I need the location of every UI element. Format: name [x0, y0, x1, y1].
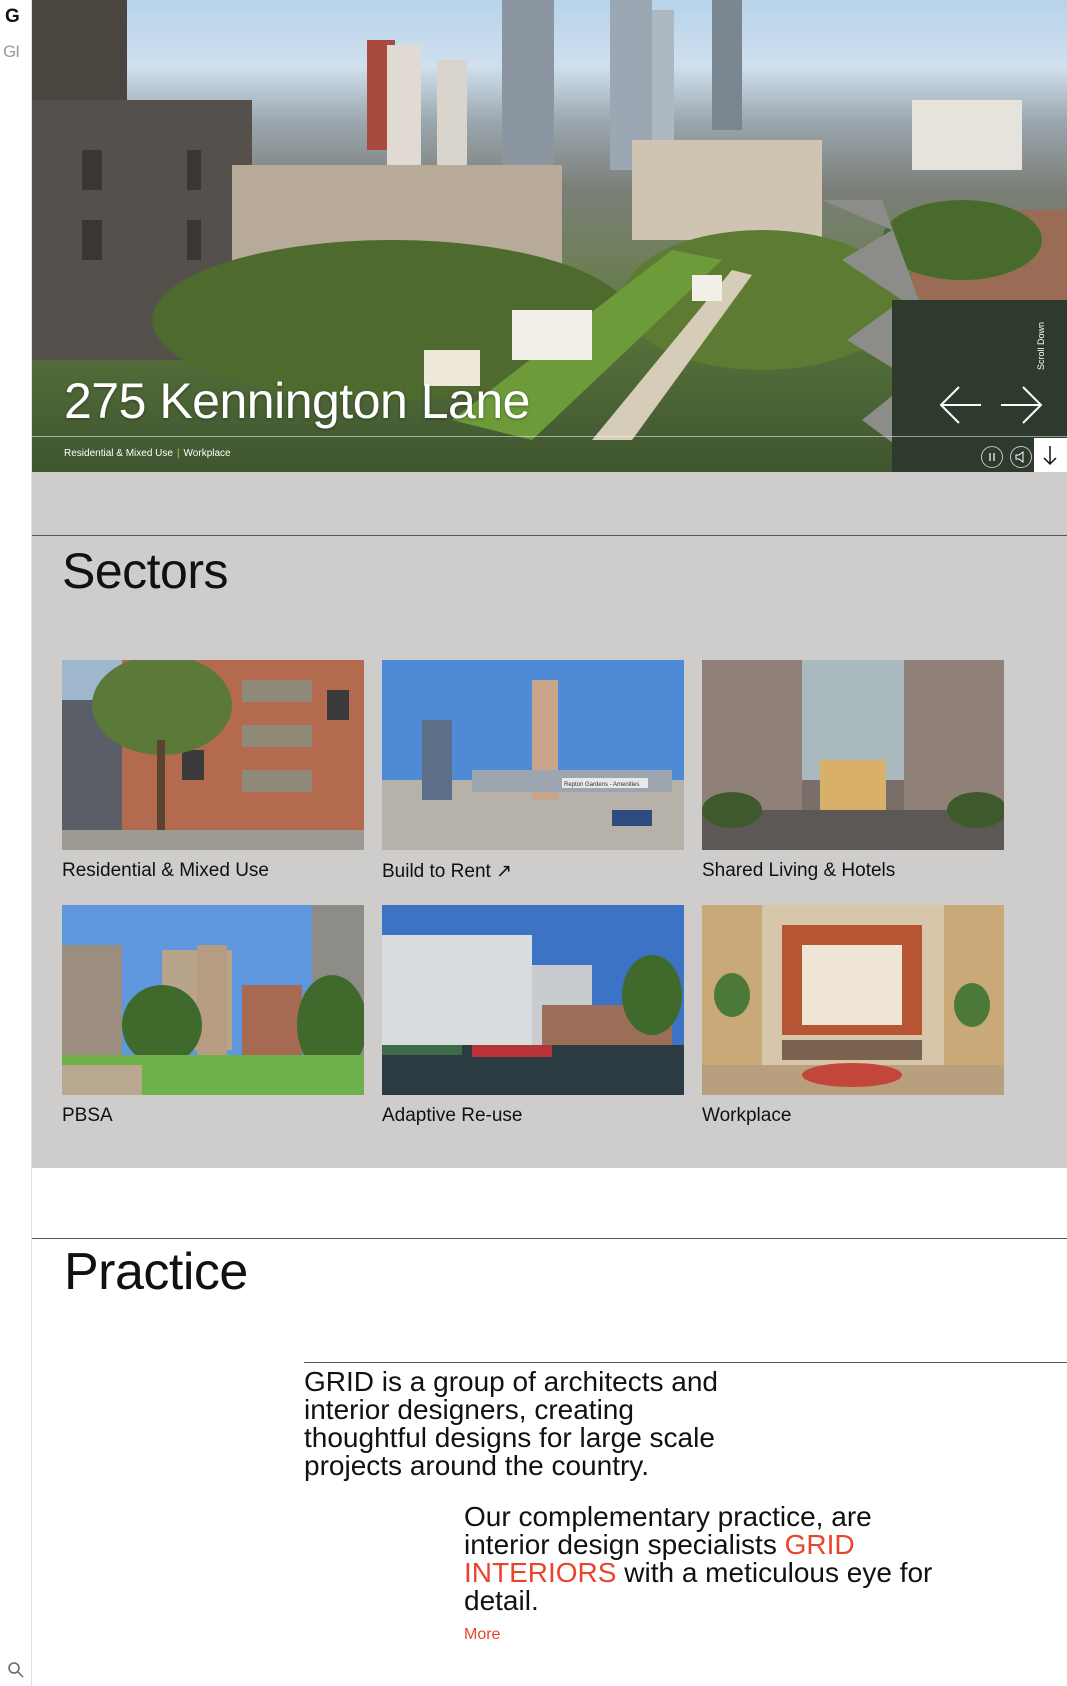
hero-divider: [32, 436, 1067, 437]
sector-image: [62, 660, 364, 850]
sector-card-residential[interactable]: Residential & Mixed Use: [62, 660, 364, 882]
practice-divider: [32, 1238, 1067, 1239]
sectors-heading: Sectors: [62, 543, 229, 599]
sector-label: Build to Rent ↗: [382, 861, 512, 882]
sector-label: Adaptive Re-use: [382, 1105, 523, 1126]
scroll-down-label: Scroll Down: [1036, 321, 1046, 370]
sector-image: [62, 905, 364, 1095]
arrow-right-icon[interactable]: [997, 380, 1045, 430]
sector-image: [702, 660, 1004, 850]
sector-image: [702, 905, 1004, 1095]
sector-label: Workplace: [702, 1105, 792, 1126]
sector-card-pbsa[interactable]: PBSA: [62, 905, 364, 1127]
left-rail: G GI: [0, 0, 32, 1686]
sector-label: PBSA: [62, 1105, 113, 1126]
logo-secondary-icon[interactable]: GI: [3, 42, 20, 62]
sector-label: Shared Living & Hotels: [702, 860, 896, 881]
sectors-divider: [32, 535, 1067, 536]
search-icon[interactable]: [6, 1660, 26, 1680]
sector-card-shared-living[interactable]: Shared Living & Hotels: [702, 660, 1004, 882]
more-link[interactable]: More: [464, 1626, 500, 1644]
hero-tags: Residential & Mixed Use | Workplace: [64, 448, 231, 459]
pause-icon[interactable]: [981, 446, 1003, 468]
practice-intro: GRID is a group of architects and interi…: [304, 1366, 718, 1481]
sector-card-workplace[interactable]: Workplace: [702, 905, 1004, 1127]
sign-text: Repton Gardens - Amenities: [564, 782, 639, 788]
hero-tag-workplace[interactable]: Workplace: [184, 448, 231, 459]
practice-heading: Practice: [64, 1243, 248, 1301]
arrow-left-icon[interactable]: [937, 380, 985, 430]
sector-image: [382, 905, 684, 1095]
hero-slideshow: 275 Kennington Lane Residential & Mixed …: [32, 0, 1067, 472]
sectors-section: Sectors Residential & Mixed Use Repton G…: [32, 472, 1067, 1168]
sector-label: Residential & Mixed Use: [62, 860, 269, 881]
hero-title[interactable]: 275 Kennington Lane: [64, 372, 530, 430]
sector-card-adaptive-reuse[interactable]: Adaptive Re-use: [382, 905, 684, 1127]
logo-icon[interactable]: G: [5, 6, 20, 28]
arrow-down-icon[interactable]: [1034, 438, 1067, 472]
sector-card-build-to-rent[interactable]: Repton Gardens - Amenities Build to Rent…: [382, 660, 684, 883]
practice-secondary: Our complementary practice, are interior…: [464, 1503, 934, 1615]
sector-image: Repton Gardens - Amenities: [382, 660, 684, 850]
sound-icon[interactable]: [1010, 446, 1032, 468]
hero-tag-residential[interactable]: Residential & Mixed Use: [64, 448, 173, 459]
intro-divider: [304, 1362, 1067, 1363]
tag-separator: |: [176, 448, 180, 459]
